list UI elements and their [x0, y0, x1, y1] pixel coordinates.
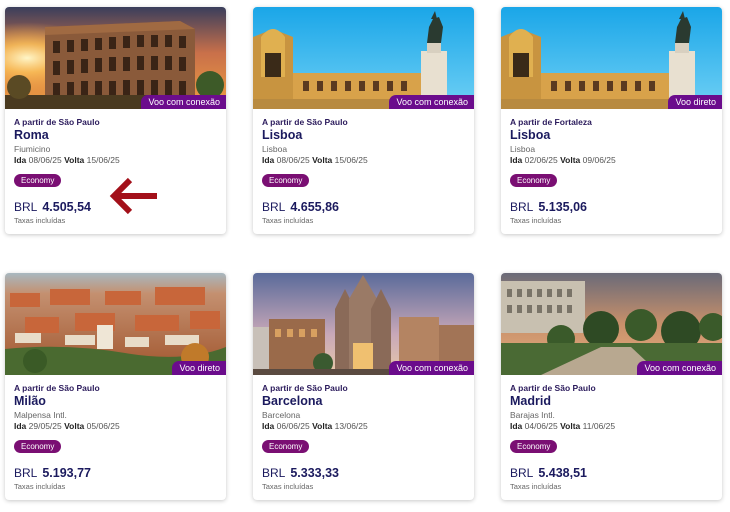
- cabin-class-pill: Economy: [14, 440, 62, 453]
- cabin-class-pill: Economy: [262, 440, 310, 453]
- cabin-class-pill: Economy: [14, 174, 62, 187]
- origin-label: A partir de São Paulo: [262, 383, 348, 393]
- taxes-note: Taxas incluídas: [510, 482, 562, 491]
- origin-label: A partir de Fortaleza: [510, 117, 592, 127]
- destination-city: Barcelona: [262, 394, 323, 408]
- cabin-class-pill: Economy: [510, 440, 558, 453]
- price: BRL 5.333,33: [262, 466, 340, 480]
- airport-name: Malpensa Intl.: [14, 410, 67, 420]
- destination-city: Roma: [14, 128, 49, 142]
- flight-type-badge: Voo com conexão: [141, 95, 226, 109]
- flight-card-lisboa-fortaleza[interactable]: Voo direto A partir de Fortaleza Lisboa …: [501, 7, 722, 234]
- flight-card-lisboa-sao-paulo[interactable]: Voo com conexão A partir de São Paulo Li…: [253, 7, 474, 234]
- flight-card-milao[interactable]: Voo direto A partir de São Paulo Milão M…: [5, 273, 226, 500]
- price: BRL 4.505,54: [14, 200, 92, 214]
- origin-label: A partir de São Paulo: [262, 117, 348, 127]
- flight-type-badge: Voo com conexão: [389, 361, 474, 375]
- arrow-left-icon: [109, 177, 157, 215]
- destination-city: Milão: [14, 394, 46, 408]
- lisbon-image: [501, 7, 722, 109]
- travel-dates: Ida 06/06/25 Volta 13/06/25: [262, 421, 368, 431]
- origin-label: A partir de São Paulo: [14, 383, 100, 393]
- colosseum-image: [5, 7, 226, 109]
- taxes-note: Taxas incluídas: [14, 482, 66, 491]
- taxes-note: Taxas incluídas: [262, 216, 314, 225]
- flight-type-badge: Voo com conexão: [637, 361, 722, 375]
- price: BRL 4.655,86: [262, 200, 340, 214]
- origin-label: A partir de São Paulo: [510, 383, 596, 393]
- destination-city: Lisboa: [262, 128, 303, 142]
- price: BRL 5.135,06: [510, 200, 588, 214]
- flight-card-barcelona[interactable]: Voo com conexão A partir de São Paulo Ba…: [253, 273, 474, 500]
- milan-image: [5, 273, 226, 375]
- taxes-note: Taxas incluídas: [262, 482, 314, 491]
- travel-dates: Ida 04/06/25 Volta 11/06/25: [510, 421, 616, 431]
- taxes-note: Taxas incluídas: [14, 216, 66, 225]
- price: BRL 5.438,51: [510, 466, 588, 480]
- travel-dates: Ida 29/05/25 Volta 05/06/25: [14, 421, 120, 431]
- flight-type-badge: Voo com conexão: [389, 95, 474, 109]
- barcelona-cathedral-image: [253, 273, 474, 375]
- cabin-class-pill: Economy: [510, 174, 558, 187]
- airport-name: Fiumicino: [14, 144, 51, 154]
- madrid-palace-image: [501, 273, 722, 375]
- flight-type-badge: Voo direto: [668, 95, 722, 109]
- airport-name: Lisboa: [262, 144, 288, 154]
- destination-city: Lisboa: [510, 128, 551, 142]
- travel-dates: Ida 08/06/25 Volta 15/06/25: [262, 155, 368, 165]
- airport-name: Lisboa: [510, 144, 536, 154]
- travel-dates: Ida 02/06/25 Volta 09/06/25: [510, 155, 616, 165]
- airport-name: Barcelona: [262, 410, 301, 420]
- destination-city: Madrid: [510, 394, 551, 408]
- cabin-class-pill: Economy: [262, 174, 310, 187]
- travel-dates: Ida 08/06/25 Volta 15/06/25: [14, 155, 120, 165]
- flight-type-badge: Voo direto: [172, 361, 226, 375]
- flight-card-madrid[interactable]: Voo com conexão A partir de São Paulo Ma…: [501, 273, 722, 500]
- lisbon-image: [253, 7, 474, 109]
- airport-name: Barajas Intl.: [510, 410, 555, 420]
- origin-label: A partir de São Paulo: [14, 117, 100, 127]
- taxes-note: Taxas incluídas: [510, 216, 562, 225]
- price: BRL 5.193,77: [14, 466, 92, 480]
